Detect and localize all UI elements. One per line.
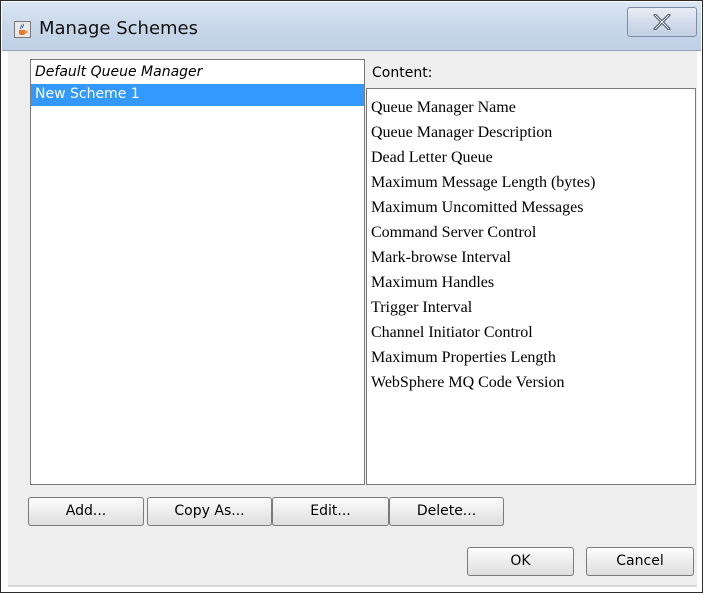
content-item: Mark-browse Interval	[371, 249, 511, 266]
content-item: Maximum Properties Length	[371, 349, 556, 366]
edit-button[interactable]: Edit...	[272, 497, 389, 526]
dialog-body: Default Queue Manager New Scheme 1 Conte…	[8, 51, 697, 585]
content-list: Queue Manager Name Queue Manager Descrip…	[366, 88, 696, 485]
content-item: WebSphere MQ Code Version	[371, 374, 565, 391]
content-item: Dead Letter Queue	[371, 149, 493, 166]
manage-schemes-dialog: Manage Schemes Default Queue Manager New…	[0, 0, 703, 593]
scheme-item-default[interactable]: Default Queue Manager	[31, 60, 364, 84]
content-item: Trigger Interval	[371, 299, 473, 316]
scheme-list[interactable]: Default Queue Manager New Scheme 1	[30, 59, 365, 485]
dialog-bottom-edge	[8, 585, 697, 587]
content-item: Queue Manager Name	[371, 99, 516, 116]
content-item: Command Server Control	[371, 224, 537, 241]
content-item: Queue Manager Description	[371, 124, 553, 141]
content-item: Maximum Uncomitted Messages	[371, 199, 584, 216]
scheme-item-new-scheme-1[interactable]: New Scheme 1	[31, 84, 364, 106]
title-bar[interactable]: Manage Schemes	[2, 2, 701, 51]
delete-button[interactable]: Delete...	[389, 497, 504, 526]
copy-as-button[interactable]: Copy As...	[147, 497, 272, 526]
content-item: Channel Initiator Control	[371, 324, 533, 341]
content-item: Maximum Handles	[371, 274, 495, 291]
content-label: Content:	[372, 65, 433, 81]
add-button[interactable]: Add...	[28, 497, 144, 526]
content-item: Maximum Message Length (bytes)	[371, 174, 596, 191]
ok-button[interactable]: OK	[467, 547, 574, 576]
window-title: Manage Schemes	[39, 18, 199, 39]
cancel-button[interactable]: Cancel	[586, 547, 694, 576]
java-cup-icon	[14, 21, 31, 38]
close-x-icon	[653, 14, 671, 30]
close-button[interactable]	[627, 7, 697, 37]
